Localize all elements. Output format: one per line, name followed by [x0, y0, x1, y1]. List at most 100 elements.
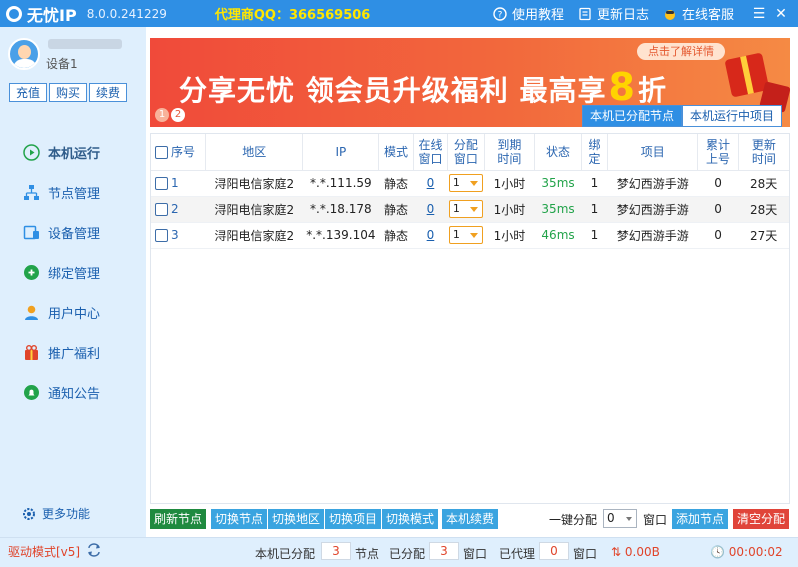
changelog-label: 更新日志: [596, 8, 649, 23]
one-key-alloc-label: 一键分配: [549, 513, 598, 527]
row-index[interactable]: 2: [151, 196, 206, 223]
local-renew-button[interactable]: 本机续费: [442, 509, 498, 529]
cell-logins: 0: [697, 222, 739, 249]
cell-project: 梦幻西游手游: [607, 222, 698, 249]
banner-text-before: 分享无忧 领会员升级福利 最高享: [179, 74, 607, 107]
traffic-speed: ⇅ 0.00B: [611, 545, 660, 559]
assigned-label: 已分配: [389, 547, 426, 561]
alloc-window-select[interactable]: 1: [448, 200, 483, 218]
online-window-link[interactable]: 0: [427, 202, 435, 216]
cell-bind: 1: [581, 222, 608, 249]
close-icon[interactable]: ✕: [770, 6, 792, 22]
refresh-nodes-button[interactable]: 刷新节点: [150, 509, 206, 529]
sidebar-item-node-manage[interactable]: 节点管理: [0, 172, 146, 212]
cell-project: 梦幻西游手游: [607, 170, 698, 197]
support-link[interactable]: 在线客服: [663, 4, 734, 23]
driver-mode[interactable]: 驱动模式[v5]: [8, 543, 80, 560]
alloc-window-select[interactable]: 1: [448, 174, 483, 192]
cell-project: 梦幻西游手游: [607, 196, 698, 223]
sidebar-item-label: 用户中心: [48, 306, 101, 322]
window-unit-label: 窗口: [573, 547, 598, 561]
sidebar-item-device-manage[interactable]: 设备管理: [0, 212, 146, 252]
promo-banner[interactable]: 分享无忧 领会员升级福利 最高享8折 点击了解详情 1 2 本机已分配节点 本机…: [150, 38, 790, 127]
sidebar-item-promo[interactable]: 推广福利: [0, 332, 146, 372]
sidebar-item-local-run[interactable]: 本机运行: [0, 132, 146, 172]
row-index[interactable]: 1: [151, 170, 206, 197]
tab-bar: 本机已分配节点 本机运行中项目: [582, 105, 783, 127]
table-row[interactable]: 3 浔阳电信家庭2 *.*.139.104 静态 0 1 1小时 46ms 1 …: [151, 222, 789, 249]
cell-alloc: 1: [447, 170, 485, 197]
clear-alloc-button[interactable]: 清空分配: [733, 509, 789, 529]
online-window-link[interactable]: 0: [427, 176, 435, 190]
buy-button[interactable]: 购买: [49, 83, 87, 102]
row-checkbox[interactable]: [155, 177, 168, 190]
menu-icon[interactable]: ☰: [748, 6, 770, 22]
window-label: 窗口: [643, 513, 668, 527]
tab-allocated-nodes[interactable]: 本机已分配节点: [582, 105, 683, 127]
sidebar: 设备1 充值 购买 续费 本机运行 节点管理 设备管理 绑定管理 用户中心 推广…: [0, 27, 146, 537]
col-header-mode: 模式: [378, 134, 414, 171]
gift-icon: [23, 344, 40, 361]
node-tree-icon: [23, 184, 40, 201]
cell-logins: 0: [697, 170, 739, 197]
cell-status: 46ms: [534, 222, 582, 249]
bind-icon: [23, 264, 40, 281]
table-row[interactable]: 1 浔阳电信家庭2 *.*.111.59 静态 0 1 1小时 35ms 1 梦…: [151, 170, 789, 197]
switch-mode-button[interactable]: 切换模式: [382, 509, 438, 529]
one-key-alloc-select[interactable]: 0: [603, 509, 637, 528]
table-row[interactable]: 2 浔阳电信家庭2 *.*.18.178 静态 0 1 1小时 35ms 1 梦…: [151, 196, 789, 223]
cell-expire: 1小时: [484, 222, 535, 249]
sidebar-item-label: 节点管理: [48, 186, 101, 202]
allocated-label: 本机已分配: [255, 547, 316, 561]
row-checkbox[interactable]: [155, 203, 168, 216]
switch-region-button[interactable]: 切换地区: [268, 509, 324, 529]
cell-ip: *.*.18.178: [302, 196, 379, 223]
cell-bind: 1: [581, 170, 608, 197]
col-header-updated: 更新时间: [738, 134, 789, 171]
more-functions-link[interactable]: 更多功能: [22, 505, 90, 522]
app-version: 8.0.0.241229: [86, 6, 167, 21]
switch-node-button[interactable]: 切换节点: [211, 509, 267, 529]
col-header-project: 项目: [607, 134, 699, 171]
cell-expire: 1小时: [484, 196, 535, 223]
switch-project-button[interactable]: 切换项目: [325, 509, 381, 529]
cell-mode: 静态: [378, 196, 414, 223]
col-header-index[interactable]: 序号: [151, 134, 207, 171]
sidebar-nav: 本机运行 节点管理 设备管理 绑定管理 用户中心 推广福利 通知公告: [0, 132, 146, 412]
row-index[interactable]: 3: [151, 222, 206, 249]
cell-ip: *.*.111.59: [302, 170, 379, 197]
add-node-button[interactable]: 添加节点: [672, 509, 728, 529]
banner-page-dot[interactable]: 1: [155, 108, 169, 122]
sidebar-item-notice[interactable]: 通知公告: [0, 372, 146, 412]
row-checkbox[interactable]: [155, 229, 168, 242]
cell-mode: 静态: [378, 170, 414, 197]
window-unit-label: 窗口: [463, 547, 488, 561]
detail-button[interactable]: 点击了解详情: [637, 43, 725, 60]
col-header-bind: 绑定: [581, 134, 609, 171]
avatar[interactable]: [8, 38, 40, 70]
tutorial-link[interactable]: ? 使用教程: [493, 4, 564, 23]
device-icon: [23, 224, 40, 241]
sidebar-item-label: 推广福利: [48, 346, 101, 362]
sidebar-item-label: 本机运行: [48, 146, 101, 162]
renew-button[interactable]: 续费: [89, 83, 127, 102]
select-all-checkbox[interactable]: [155, 145, 168, 159]
cell-bind: 1: [581, 196, 608, 223]
gear-icon: [22, 507, 36, 521]
sidebar-item-user-center[interactable]: 用户中心: [0, 292, 146, 332]
tab-running-projects[interactable]: 本机运行中项目: [682, 105, 783, 127]
alloc-window-select[interactable]: 1: [448, 226, 483, 244]
allocated-count: 3: [321, 542, 351, 560]
col-header-alloc: 分配窗口: [447, 134, 485, 171]
changelog-link[interactable]: 更新日志: [578, 4, 649, 23]
sidebar-item-label: 设备管理: [48, 226, 101, 242]
proxied-label: 已代理: [499, 547, 536, 561]
recharge-button[interactable]: 充值: [9, 83, 47, 102]
refresh-mode-icon[interactable]: [86, 543, 102, 557]
col-header-online: 在线窗口: [413, 134, 449, 171]
cell-region: 浔阳电信家庭2: [205, 196, 303, 223]
sidebar-item-bind-manage[interactable]: 绑定管理: [0, 252, 146, 292]
table-header-row: 序号 地区 IP 模式 在线窗口 分配窗口 到期时间 状态 绑定 项目 累计上号…: [151, 134, 789, 171]
banner-page-dot[interactable]: 2: [171, 108, 185, 122]
online-window-link[interactable]: 0: [427, 228, 435, 242]
